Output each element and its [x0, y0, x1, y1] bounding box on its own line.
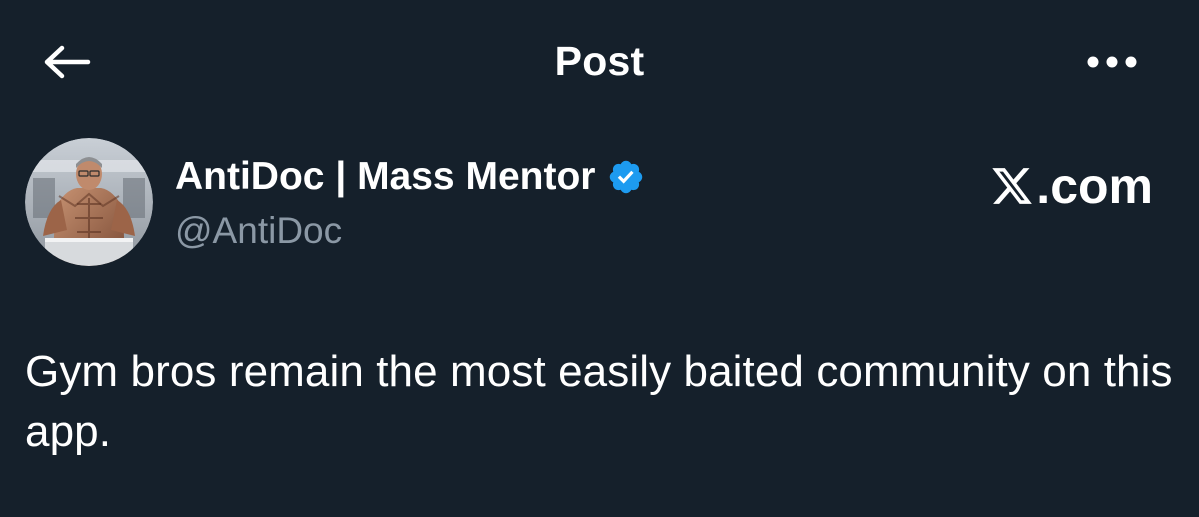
user-handle[interactable]: @AntiDoc — [175, 206, 645, 256]
back-button[interactable] — [34, 40, 98, 84]
avatar[interactable] — [25, 138, 153, 266]
page-title: Post — [554, 38, 645, 84]
display-name[interactable]: AntiDoc | Mass Mentor — [175, 152, 595, 202]
watermark-text: .com — [1036, 158, 1153, 214]
name-row: AntiDoc | Mass Mentor — [175, 152, 645, 202]
avatar-image — [25, 138, 153, 266]
x-logo-icon — [990, 163, 1034, 209]
verified-badge-icon — [607, 158, 645, 196]
post-body-text: Gym bros remain the most easily baited c… — [25, 347, 1173, 456]
top-bar: Post — [0, 0, 1199, 118]
author-info: AntiDoc | Mass Mentor @AntiDoc — [175, 152, 645, 256]
post-screen: Post AntiDoc | Mass Mentor @AntiDoc .com… — [0, 0, 1199, 517]
arrow-left-icon — [44, 45, 91, 79]
more-options-button[interactable] — [1074, 42, 1150, 82]
x-com-watermark: .com — [990, 158, 1153, 214]
more-horizontal-icon — [1087, 56, 1137, 68]
